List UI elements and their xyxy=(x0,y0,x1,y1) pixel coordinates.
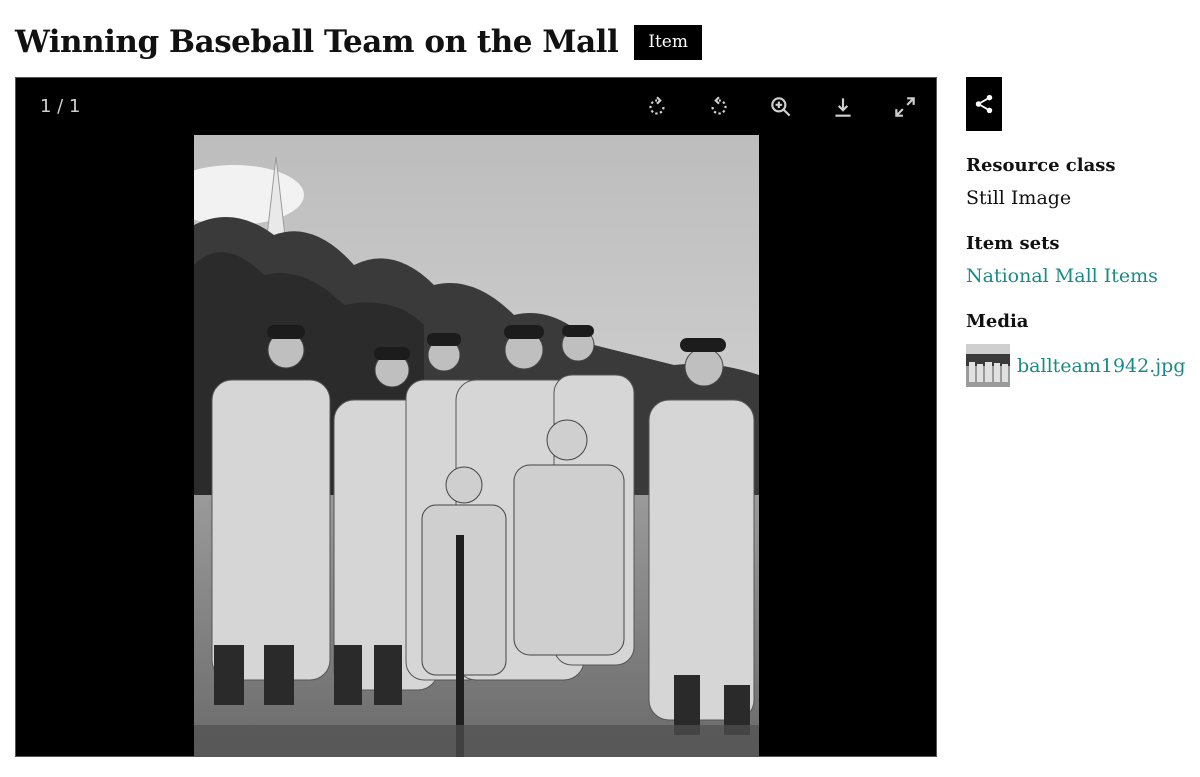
image-viewer[interactable]: 1 / 1 xyxy=(15,77,937,757)
download-button[interactable] xyxy=(828,92,858,122)
resource-class-value: Still Image xyxy=(966,187,1072,209)
item-sidebar: Resource class Still Image Item sets Nat… xyxy=(966,77,1196,387)
item-photo xyxy=(194,135,759,757)
media-label: Media xyxy=(966,311,1029,332)
item-type-badge: Item xyxy=(634,24,702,60)
download-icon xyxy=(835,98,851,117)
rotate-right-button[interactable] xyxy=(642,92,672,122)
media-thumbnail[interactable] xyxy=(966,344,1010,387)
zoom-in-button[interactable] xyxy=(766,92,796,122)
media-thumbnail-image xyxy=(966,344,1010,387)
media-item: ballteam1942.jpg xyxy=(966,344,1196,387)
item-sets-label: Item sets xyxy=(966,233,1060,254)
rotate-left-button[interactable] xyxy=(704,92,734,122)
share-button[interactable] xyxy=(966,77,1002,131)
baseball-team-photo xyxy=(194,135,759,757)
zoom-in-icon xyxy=(771,97,791,117)
share-icon xyxy=(975,94,993,114)
page-counter: 1 / 1 xyxy=(40,96,81,117)
rotate-left-icon xyxy=(711,96,727,115)
media-file-link[interactable]: ballteam1942.jpg xyxy=(1017,355,1185,377)
fullscreen-button[interactable] xyxy=(890,92,920,122)
title-row: Winning Baseball Team on the Mall Item xyxy=(15,24,702,60)
page-title: Winning Baseball Team on the Mall xyxy=(15,24,619,60)
fullscreen-icon xyxy=(895,97,915,117)
viewer-toolbar xyxy=(610,92,920,122)
resource-class-label: Resource class xyxy=(966,155,1116,176)
rotate-right-icon xyxy=(649,96,665,115)
item-set-link[interactable]: National Mall Items xyxy=(966,265,1158,287)
